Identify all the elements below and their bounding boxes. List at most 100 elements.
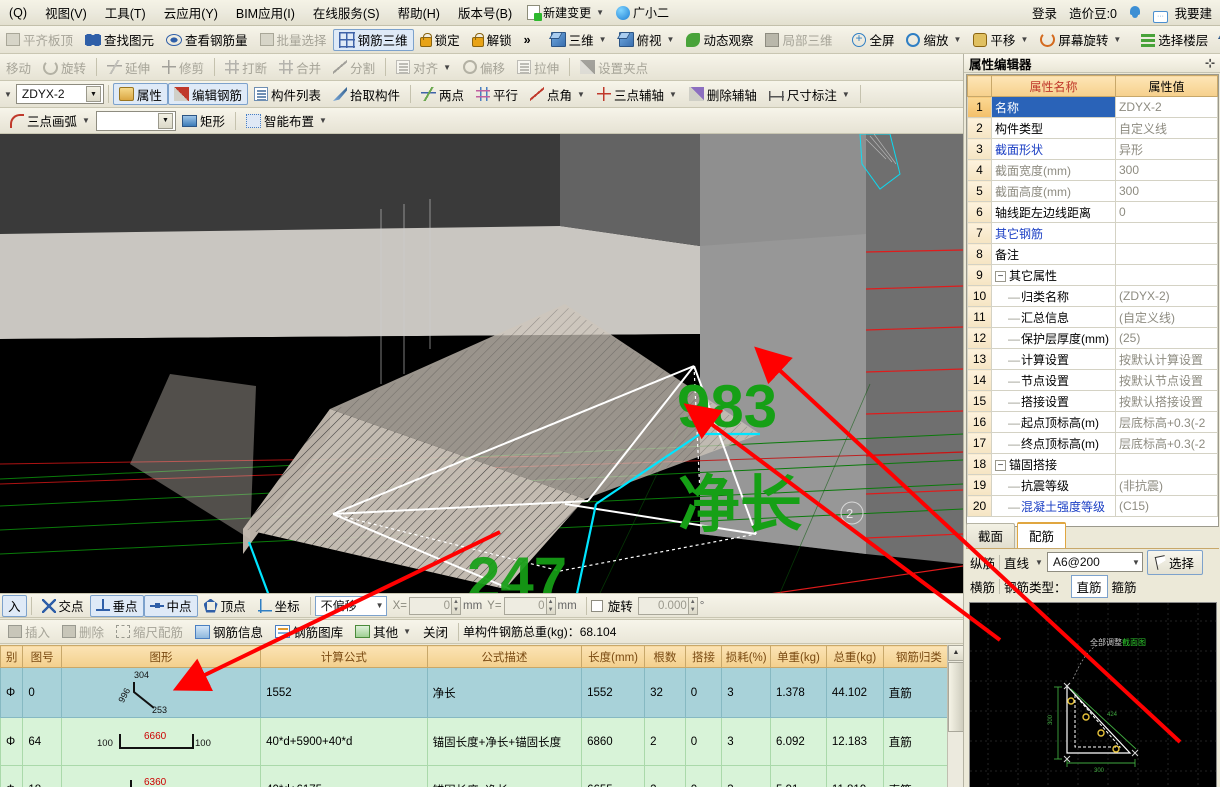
- property-row[interactable]: 5截面高度(mm)300: [968, 181, 1218, 202]
- scroll-up-icon[interactable]: ▲: [948, 645, 963, 661]
- toolbar-btn-stretch[interactable]: 拉伸: [511, 56, 565, 78]
- property-value[interactable]: [1116, 223, 1218, 244]
- th-type[interactable]: 别: [1, 646, 23, 668]
- property-value[interactable]: (自定义线): [1116, 307, 1218, 328]
- table-row[interactable]: Φ 64 100 6660 100 40*d+5900+40*d 锚固长度+净长…: [1, 718, 955, 766]
- toolbar-btn-top-view[interactable]: 俯视 ▼: [613, 29, 681, 51]
- tab-reinforcement[interactable]: 配筋: [1017, 522, 1066, 548]
- toolbar-btn-lock[interactable]: 锁定: [414, 29, 466, 51]
- toolbar-btn-three-point-arc[interactable]: 三点画弧 ▼: [4, 110, 96, 132]
- property-row[interactable]: 20—混凝土强度等级(C15): [968, 496, 1218, 517]
- menu-item-view[interactable]: 视图(V): [36, 0, 96, 25]
- action-rebar-library[interactable]: 钢筋图库: [269, 621, 349, 643]
- chevron-down-icon[interactable]: ▼: [1132, 558, 1140, 567]
- toolbar-btn-point-angle[interactable]: 点角 ▼: [524, 83, 591, 105]
- rebar-type-stirrup[interactable]: 箍筋: [1112, 577, 1137, 596]
- pin-icon[interactable]: ⊹: [1205, 56, 1215, 70]
- property-value[interactable]: (25): [1116, 328, 1218, 349]
- toolbar-btn-dynamic-observe[interactable]: 动态观察: [680, 29, 759, 51]
- property-value[interactable]: [1116, 244, 1218, 265]
- menu-item-cloud-app[interactable]: 云应用(Y): [155, 0, 227, 25]
- style-combo[interactable]: ▼: [96, 111, 176, 131]
- menu-item-online-service[interactable]: 在线服务(S): [304, 0, 389, 25]
- collapse-icon[interactable]: −: [995, 271, 1006, 282]
- insert-mode-button[interactable]: 入: [2, 595, 27, 617]
- property-row[interactable]: 14—节点设置按默认节点设置: [968, 370, 1218, 391]
- toolbar-btn-set-grip[interactable]: 设置夹点: [574, 56, 654, 78]
- table-row[interactable]: Φ 18 6360 295 40*d+6175 锚固长度+净长 6655 2 0: [1, 766, 955, 787]
- toolbar-btn-break[interactable]: 打断: [219, 56, 273, 78]
- new-change-button[interactable]: 新建变更 ▼: [521, 2, 610, 23]
- th-total-weight[interactable]: 总重(kg): [826, 646, 883, 668]
- toolbar-btn-extend[interactable]: 延伸: [101, 56, 156, 78]
- action-insert[interactable]: 插入: [2, 621, 56, 643]
- property-row[interactable]: 11—汇总信息(自定义线): [968, 307, 1218, 328]
- toolbar-btn-unlock[interactable]: 解锁: [466, 29, 518, 51]
- toolbar-btn-dimension[interactable]: 尺寸标注 ▼: [763, 83, 856, 105]
- chevron-down-icon[interactable]: ▼: [1035, 558, 1043, 567]
- property-value[interactable]: 层底标高+0.3(-2: [1116, 412, 1218, 433]
- toolbar-btn-fullscreen[interactable]: 全屏: [846, 29, 900, 51]
- th-formula-desc[interactable]: 公式描述: [427, 646, 581, 668]
- toolbar-btn-line[interactable]: 线: [1214, 29, 1220, 51]
- property-row[interactable]: 13—计算设置按默认计算设置: [968, 349, 1218, 370]
- toolbar-btn-three-point-axis[interactable]: 三点辅轴 ▼: [591, 83, 683, 105]
- rotate-spinner[interactable]: ▲▼: [688, 598, 697, 614]
- toolbar-btn-properties[interactable]: 属性: [113, 83, 168, 105]
- snap-perpendicular[interactable]: 垂点: [90, 595, 144, 617]
- snap-midpoint[interactable]: 中点: [144, 595, 198, 617]
- th-prop-name[interactable]: 属性名称: [992, 76, 1116, 97]
- want-build-button[interactable]: ··· 我要建: [1147, 0, 1218, 26]
- scroll-thumb[interactable]: [948, 662, 963, 732]
- property-value[interactable]: 300: [1116, 181, 1218, 202]
- rebar-mode-value[interactable]: 直线: [1004, 553, 1029, 572]
- toolbar-btn-screen-rotate[interactable]: 屏幕旋转 ▼: [1034, 29, 1127, 51]
- rotate-input[interactable]: 0.000 ▲▼: [638, 597, 698, 615]
- th-lap[interactable]: 搭接: [685, 646, 722, 668]
- toolbar-btn-smart-layout[interactable]: 智能布置 ▼: [240, 110, 333, 132]
- toolbar-btn-pick-component[interactable]: 拾取构件: [327, 83, 406, 105]
- property-row[interactable]: 7其它钢筋: [968, 223, 1218, 244]
- toolbar-btn-move[interactable]: 移动: [0, 56, 37, 78]
- th-unit-weight[interactable]: 单重(kg): [771, 646, 827, 668]
- toolbar-btn-align[interactable]: 对齐 ▼: [390, 56, 457, 78]
- property-row[interactable]: 10—归类名称(ZDYX-2): [968, 286, 1218, 307]
- rotate-checkbox[interactable]: [591, 600, 603, 612]
- property-row[interactable]: 18−锚固搭接: [968, 454, 1218, 475]
- th-formula[interactable]: 计算公式: [261, 646, 428, 668]
- property-value[interactable]: (ZDYX-2): [1116, 286, 1218, 307]
- property-row[interactable]: 1名称ZDYX-2: [968, 97, 1218, 118]
- property-row[interactable]: 16—起点顶标高(m)层底标高+0.3(-2: [968, 412, 1218, 433]
- y-input[interactable]: 0 ▲▼: [504, 597, 556, 615]
- toolbar-btn-batch-select[interactable]: 批量选择: [254, 29, 333, 51]
- menu-item-0[interactable]: (Q): [0, 3, 36, 23]
- login-button[interactable]: 登录: [1026, 0, 1063, 25]
- property-value[interactable]: 异形: [1116, 139, 1218, 160]
- th-category[interactable]: 钢筋归类: [883, 646, 954, 668]
- property-row[interactable]: 12—保护层厚度(mm)(25): [968, 328, 1218, 349]
- rebar-type-straight[interactable]: 直筋: [1071, 575, 1108, 598]
- toolbar-overflow-button[interactable]: »: [518, 29, 537, 51]
- toolbar-btn-view-rebar-qty[interactable]: 查看钢筋量: [160, 29, 254, 51]
- toolbar-btn-select-floor[interactable]: 选择楼层: [1135, 29, 1214, 51]
- toolbar-btn-parallel[interactable]: 平行: [470, 83, 524, 105]
- property-row[interactable]: 15—搭接设置按默认搭接设置: [968, 391, 1218, 412]
- snap-intersection[interactable]: 交点: [36, 595, 90, 617]
- toolbar-btn-merge[interactable]: 合并: [273, 56, 327, 78]
- x-input[interactable]: 0 ▲▼: [409, 597, 461, 615]
- toolbar-btn-rotate[interactable]: 旋转: [37, 56, 92, 78]
- toolbar-btn-split[interactable]: 分割: [327, 56, 381, 78]
- chevron-down-icon[interactable]: ▼: [158, 113, 173, 129]
- toolbar-btn-component-list[interactable]: 构件列表: [248, 83, 327, 105]
- offset-mode-combo[interactable]: 不偏移 ▼: [315, 596, 387, 616]
- menu-item-version[interactable]: 版本号(B): [449, 0, 521, 25]
- tab-section[interactable]: 截面: [966, 523, 1015, 548]
- snap-vertex[interactable]: 顶点: [198, 595, 252, 617]
- property-value[interactable]: 0: [1116, 202, 1218, 223]
- user-account[interactable]: 广小二: [610, 2, 675, 23]
- property-value[interactable]: 300: [1116, 160, 1218, 181]
- rebar-spec-combo[interactable]: A6@200 ▼: [1047, 552, 1143, 572]
- rebar-table-container[interactable]: 别 图号 图形 计算公式 公式描述 长度(mm) 根数 搭接 损耗(%) 单重(…: [0, 645, 963, 787]
- section-preview-viewport[interactable]: 全部调整 截面图 300 300 424: [969, 602, 1217, 787]
- action-other[interactable]: 其他 ▼: [349, 621, 417, 643]
